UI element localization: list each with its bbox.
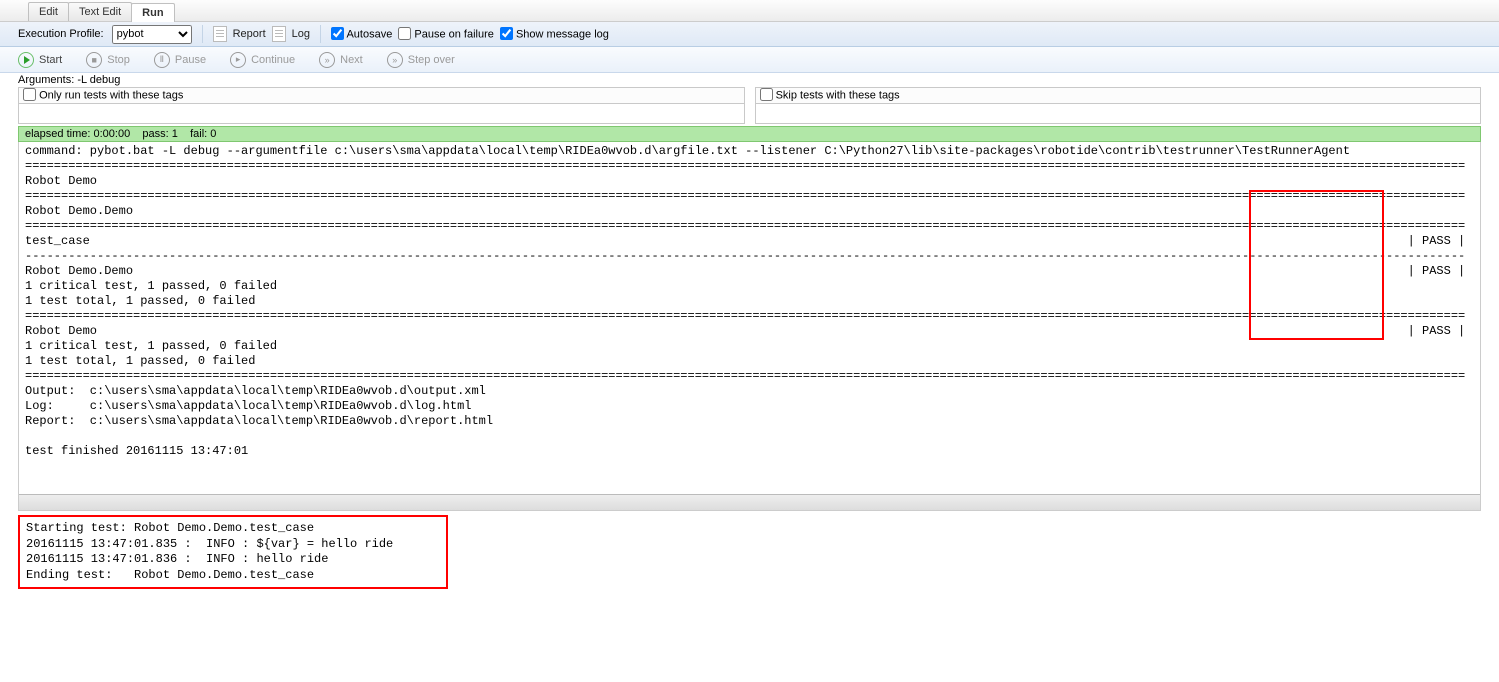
show-message-log-label: Show message log — [516, 28, 609, 40]
report-icon — [213, 26, 227, 42]
only-tags-label: Only run tests with these tags — [39, 89, 183, 101]
next-icon: » — [319, 52, 335, 68]
continue-button[interactable]: ▸ Continue — [230, 52, 295, 68]
step-over-button[interactable]: » Step over — [387, 52, 455, 68]
pass-count: pass: 1 — [142, 128, 177, 140]
message-log-output: Starting test: Robot Demo.Demo.test_case… — [18, 515, 448, 589]
tab-textedit[interactable]: Text Edit — [68, 2, 132, 21]
tab-edit[interactable]: Edit — [28, 2, 69, 21]
skip-tags-checkbox[interactable]: Skip tests with these tags — [755, 87, 1482, 104]
execution-profile-label: Execution Profile: — [18, 28, 104, 40]
skip-tags-input[interactable] — [755, 104, 1482, 124]
log-button[interactable]: Log — [292, 28, 310, 40]
only-tags-input[interactable] — [18, 104, 745, 124]
play-icon — [18, 52, 34, 68]
step-over-label: Step over — [408, 54, 455, 66]
console-scrollbar[interactable] — [19, 494, 1480, 510]
fail-count: fail: 0 — [190, 128, 216, 140]
report-button[interactable]: Report — [233, 28, 266, 40]
profile-row: Execution Profile: pybot Report Log Auto… — [0, 22, 1499, 47]
only-tags-checkbox[interactable]: Only run tests with these tags — [18, 87, 745, 104]
status-bar: elapsed time: 0:00:00 pass: 1 fail: 0 — [18, 126, 1481, 142]
console-output: command: pybot.bat -L debug --argumentfi… — [19, 142, 1480, 494]
show-message-log-checkbox[interactable]: Show message log — [500, 28, 609, 41]
stop-icon: ■ — [86, 52, 102, 68]
editor-tabs: Edit Text Edit Run — [0, 0, 1499, 22]
next-button[interactable]: » Next — [319, 52, 363, 68]
next-label: Next — [340, 54, 363, 66]
pause-button[interactable]: Ⅱ Pause — [154, 52, 206, 68]
tag-filter-row: Only run tests with these tags Skip test… — [0, 87, 1499, 124]
log-icon — [272, 26, 286, 42]
arguments-input[interactable] — [77, 74, 477, 86]
stop-button[interactable]: ■ Stop — [86, 52, 130, 68]
execution-profile-select[interactable]: pybot — [112, 25, 192, 44]
pause-label: Pause — [175, 54, 206, 66]
arguments-row: Arguments: — [0, 73, 1499, 87]
continue-label: Continue — [251, 54, 295, 66]
pause-on-failure-label: Pause on failure — [414, 28, 494, 40]
tab-run[interactable]: Run — [131, 3, 174, 22]
arguments-label: Arguments: — [18, 74, 74, 86]
step-over-icon: » — [387, 52, 403, 68]
autosave-checkbox[interactable]: Autosave — [331, 28, 392, 41]
stop-label: Stop — [107, 54, 130, 66]
control-row: Start ■ Stop Ⅱ Pause ▸ Continue » Next »… — [0, 47, 1499, 73]
elapsed-time: elapsed time: 0:00:00 — [25, 128, 130, 140]
start-button[interactable]: Start — [18, 52, 62, 68]
pause-on-failure-checkbox[interactable]: Pause on failure — [398, 28, 494, 41]
autosave-label: Autosave — [346, 28, 392, 40]
start-label: Start — [39, 54, 62, 66]
continue-icon: ▸ — [230, 52, 246, 68]
pause-icon: Ⅱ — [154, 52, 170, 68]
skip-tags-label: Skip tests with these tags — [776, 89, 900, 101]
